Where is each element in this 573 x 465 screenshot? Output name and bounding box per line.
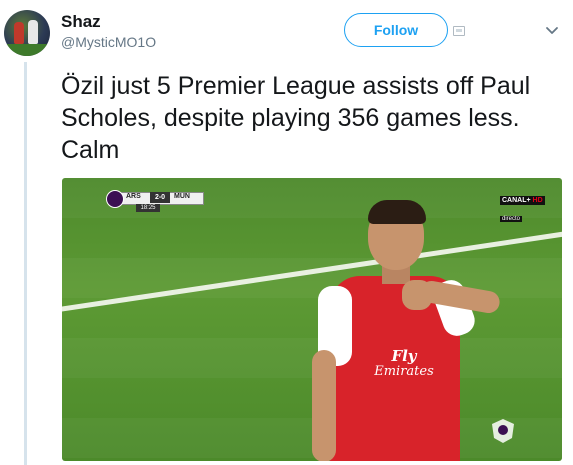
- premier-league-logo-icon: [492, 419, 514, 443]
- sponsor-line: Fly: [391, 347, 417, 365]
- follow-button[interactable]: Follow: [344, 13, 448, 47]
- avatar-figure: [14, 22, 24, 44]
- hd-badge: HD: [532, 197, 543, 204]
- user-handle[interactable]: @MysticMO1O: [61, 34, 156, 50]
- shirt-sponsor: Fly Emirates: [354, 348, 454, 380]
- away-team: MUN: [174, 193, 190, 200]
- tweet-text: Özil just 5 Premier League assists off P…: [61, 72, 531, 164]
- sponsor-line: Emirates: [374, 364, 434, 379]
- avatar-grass: [4, 44, 50, 56]
- broadcaster-logo: CANAL+ HD directo: [500, 189, 546, 222]
- display-name[interactable]: Shaz: [61, 12, 101, 32]
- home-team: ARS: [126, 193, 141, 200]
- player-hand: [402, 280, 432, 310]
- avatar[interactable]: [4, 10, 50, 56]
- player-hair: [368, 200, 426, 224]
- score: 2-0: [150, 192, 170, 203]
- scorebug: ARS 2-0 MUN 18:25: [106, 190, 204, 212]
- tweet-media-image[interactable]: ARS 2-0 MUN 18:25 CANAL+ HD directo Fly …: [62, 178, 562, 461]
- chevron-down-icon[interactable]: [543, 21, 561, 39]
- premier-league-lion-icon: [106, 190, 124, 208]
- broadcast-label: directo: [500, 216, 523, 222]
- match-clock: 18:25: [136, 204, 160, 212]
- image-icon: [453, 26, 465, 36]
- broadcaster-name: CANAL+: [502, 197, 531, 204]
- player-arm: [312, 350, 336, 461]
- player-figure: Fly Emirates: [310, 200, 502, 461]
- thread-line: [24, 62, 27, 465]
- avatar-figure: [28, 20, 38, 44]
